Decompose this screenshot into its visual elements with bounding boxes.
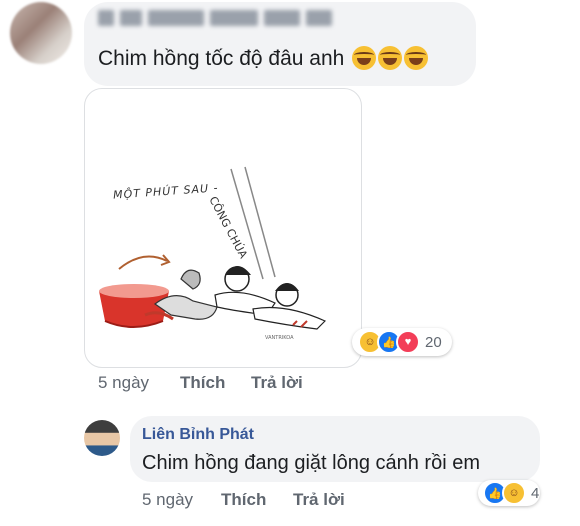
- comment-text-content: Chim hồng tốc độ đâu anh: [98, 47, 345, 70]
- haha-reaction-icon: ☺: [502, 481, 526, 505]
- commenter-name-blurred[interactable]: [98, 10, 332, 30]
- comment-image-sticker[interactable]: CÔNG CHÚA VANTRIKOA MỘT PHÚT SAU -: [84, 88, 362, 368]
- laugh-cry-icon: [352, 46, 377, 70]
- like-button[interactable]: Thích: [180, 373, 225, 393]
- reaction-count: 20: [425, 333, 442, 351]
- commenter-avatar-blurred[interactable]: [10, 2, 72, 64]
- artist-signature: VANTRIKOA: [265, 335, 294, 341]
- comment-timestamp[interactable]: 5 ngày: [142, 490, 193, 510]
- comment-text: Chim hồng đang giặt lông cánh rồi em: [142, 452, 480, 474]
- comment-text: Chim hồng tốc độ đâu anh: [98, 46, 429, 71]
- love-reaction-icon: ♥: [396, 330, 420, 354]
- reaction-summary[interactable]: 👍 ☺ 4: [478, 480, 540, 506]
- cartoon-illustration: CÔNG CHÚA VANTRIKOA: [99, 166, 327, 341]
- commenter-name[interactable]: Liên Bỉnh Phát: [142, 426, 254, 444]
- vertical-caption: CÔNG CHÚA: [206, 194, 250, 261]
- reaction-count: 4: [531, 484, 540, 502]
- reply-button[interactable]: Trả lời: [293, 490, 345, 510]
- laugh-cry-icon: [404, 46, 429, 70]
- comment-timestamp[interactable]: 5 ngày: [98, 373, 149, 393]
- like-button[interactable]: Thích: [221, 490, 266, 510]
- laugh-cry-icon: [378, 46, 403, 70]
- reply-button[interactable]: Trả lời: [251, 373, 303, 393]
- commenter-avatar[interactable]: [84, 420, 120, 456]
- reaction-summary[interactable]: ☺ 👍 ♥ 20: [352, 328, 452, 356]
